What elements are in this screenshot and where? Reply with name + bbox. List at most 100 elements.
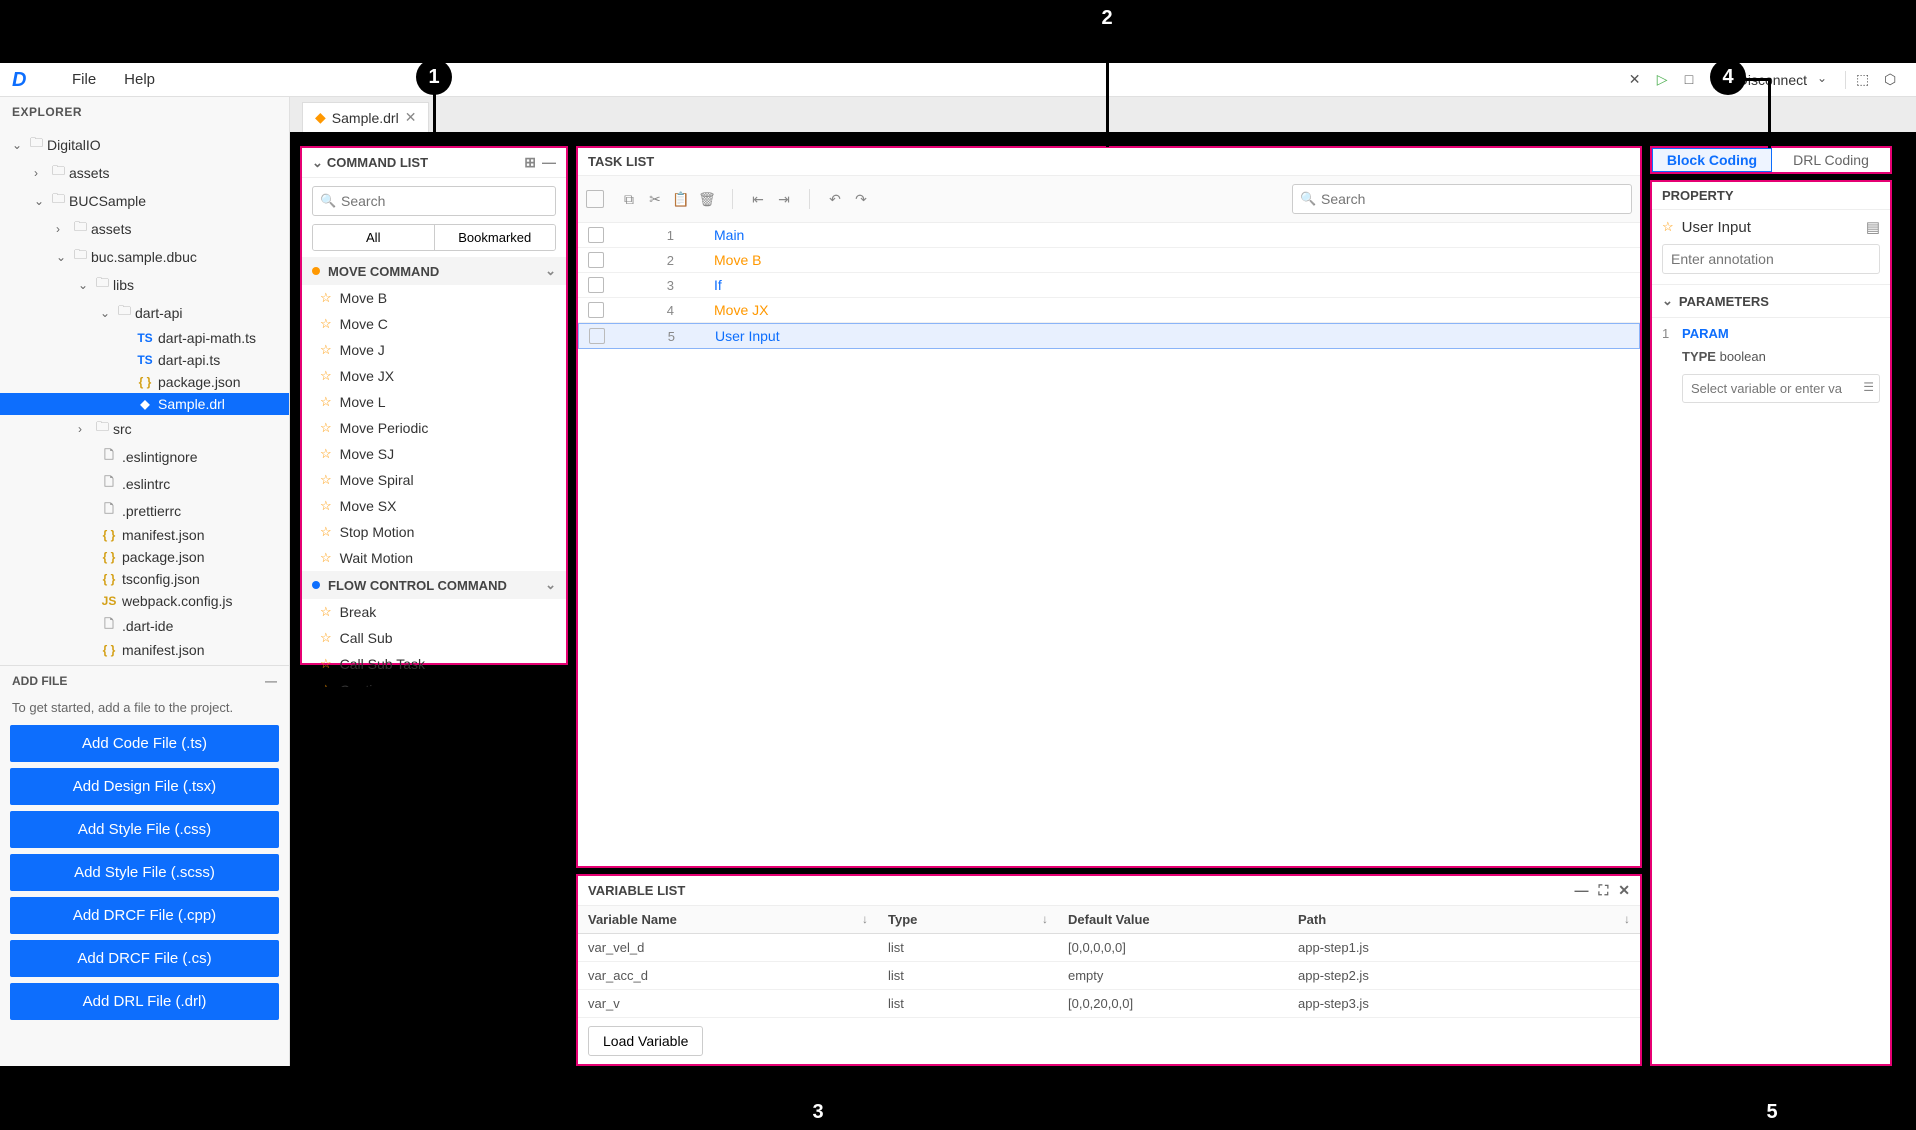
command-item[interactable]: ☆Move Periodic — [302, 415, 566, 441]
add-file-button[interactable]: Add Style File (.scss) — [10, 854, 279, 891]
collapse-icon[interactable]: — — [542, 154, 556, 171]
tab-drl-coding[interactable]: DRL Coding — [1772, 148, 1890, 172]
play-icon[interactable]: ▷ — [1657, 71, 1675, 89]
layout-icon[interactable]: ⬚ — [1856, 71, 1874, 89]
tree-item-manifest-json[interactable]: { }manifest.json — [0, 524, 289, 546]
star-icon[interactable]: ☆ — [320, 368, 332, 384]
close-icon[interactable]: ✕ — [405, 109, 417, 126]
command-item[interactable]: ☆Move SX — [302, 493, 566, 519]
indent-icon[interactable]: ⇥ — [773, 188, 795, 210]
tree-item-manifest-json[interactable]: { }manifest.json — [0, 639, 289, 661]
command-item[interactable]: ☆Continue — [302, 677, 566, 687]
load-variable-button[interactable]: Load Variable — [588, 1026, 703, 1056]
select-all-checkbox[interactable] — [586, 190, 604, 208]
param-value-input[interactable] — [1682, 374, 1880, 403]
command-item[interactable]: ☆Call Sub — [302, 625, 566, 651]
variable-row[interactable]: var_acc_dlistemptyapp-step2.js — [578, 962, 1640, 990]
tab-block-coding[interactable]: Block Coding — [1652, 148, 1772, 172]
delete-icon[interactable]: 🗑 — [696, 188, 718, 210]
add-file-button[interactable]: Add Style File (.css) — [10, 811, 279, 848]
task-row[interactable]: 5User Input — [578, 323, 1640, 349]
copy-icon[interactable]: ⧉ — [618, 188, 640, 210]
tree-item-assets[interactable]: ›🗀assets — [0, 159, 289, 187]
tree-item-dart-api-math-ts[interactable]: TSdart-api-math.ts — [0, 327, 289, 349]
command-item[interactable]: ☆Move J — [302, 337, 566, 363]
cube-icon[interactable]: ⬡ — [1884, 71, 1902, 89]
close-icon[interactable]: ✕ — [1618, 882, 1630, 899]
star-icon[interactable]: ☆ — [320, 630, 332, 646]
command-item[interactable]: ☆Stop Motion — [302, 519, 566, 545]
add-file-button[interactable]: Add DRCF File (.cpp) — [10, 897, 279, 934]
command-item[interactable]: ☆Move L — [302, 389, 566, 415]
task-checkbox[interactable] — [588, 227, 604, 243]
tree-item-BUCSample[interactable]: ⌄🗀BUCSample — [0, 187, 289, 215]
task-checkbox[interactable] — [589, 328, 605, 344]
tree-item-package-json[interactable]: { }package.json — [0, 371, 289, 393]
tree-item-webpack-config-js[interactable]: JSwebpack.config.js — [0, 590, 289, 612]
star-icon[interactable]: ☆ — [320, 316, 332, 332]
task-checkbox[interactable] — [588, 302, 604, 318]
tab-bookmarked[interactable]: Bookmarked — [435, 225, 556, 250]
tree-item--prettierrc[interactable]: 🗋.prettierrc — [0, 497, 289, 524]
command-item[interactable]: ☆Move SJ — [302, 441, 566, 467]
grid-icon[interactable]: ⊞ — [524, 154, 536, 171]
tree-item--eslintignore[interactable]: 🗋.eslintignore — [0, 443, 289, 470]
col-default-value[interactable]: Default Value — [1058, 906, 1288, 933]
star-icon[interactable]: ☆ — [320, 604, 332, 620]
menu-file[interactable]: File — [58, 65, 110, 94]
tree-item-Sample-drl[interactable]: ◆Sample.drl — [0, 393, 289, 415]
tree-item-assets[interactable]: ›🗀assets — [0, 215, 289, 243]
editor-tab-sample-drl[interactable]: ◆ Sample.drl ✕ — [302, 102, 429, 132]
command-item[interactable]: ☆Break — [302, 599, 566, 625]
annotation-input[interactable] — [1662, 244, 1880, 274]
task-row[interactable]: 1Main — [578, 223, 1640, 248]
add-file-button[interactable]: Add Design File (.tsx) — [10, 768, 279, 805]
col-variable-name[interactable]: Variable Name↓ — [578, 906, 878, 933]
add-file-button[interactable]: Add Code File (.ts) — [10, 725, 279, 762]
maximize-icon[interactable]: ⛶ — [1598, 882, 1608, 899]
task-checkbox[interactable] — [588, 252, 604, 268]
menu-help[interactable]: Help — [110, 65, 169, 94]
tree-item-package-json[interactable]: { }package.json — [0, 546, 289, 568]
variable-row[interactable]: var_vlist[0,0,20,0,0]app-step3.js — [578, 990, 1640, 1018]
star-icon[interactable]: ☆ — [320, 342, 332, 358]
tree-item--dart-ide[interactable]: 🗋.dart-ide — [0, 612, 289, 639]
tree-item-buc-sample-dbuc[interactable]: ⌄🗀buc.sample.dbuc — [0, 243, 289, 271]
tree-item-DigitalIO[interactable]: ⌄🗀DigitalIO — [0, 131, 289, 159]
star-icon[interactable]: ☆ — [320, 682, 332, 687]
chevron-down-icon[interactable]: ⌄ — [1662, 293, 1673, 309]
task-search-input[interactable] — [1292, 184, 1632, 214]
task-row[interactable]: 2Move B — [578, 248, 1640, 273]
minimize-icon[interactable]: — — [1574, 882, 1588, 899]
stop-icon[interactable]: □ — [1685, 71, 1703, 89]
tab-all[interactable]: All — [313, 225, 435, 250]
star-icon[interactable]: ☆ — [320, 550, 332, 566]
task-checkbox[interactable] — [588, 277, 604, 293]
tree-item-libs[interactable]: ⌄🗀libs — [0, 271, 289, 299]
undo-icon[interactable]: ↶ — [824, 188, 846, 210]
tree-item-src[interactable]: ›🗀src — [0, 415, 289, 443]
command-group-header[interactable]: MOVE COMMAND⌄ — [302, 257, 566, 285]
star-icon[interactable]: ☆ — [320, 524, 332, 540]
task-row[interactable]: 4Move JX — [578, 298, 1640, 323]
star-icon[interactable]: ☆ — [320, 290, 332, 306]
shuffle-icon[interactable]: ✕ — [1629, 71, 1647, 89]
chevron-down-icon[interactable]: ⌄ — [1817, 71, 1835, 89]
add-file-button[interactable]: Add DRL File (.drl) — [10, 983, 279, 1020]
dropdown-icon[interactable]: ☰ — [1863, 380, 1874, 394]
chevron-down-icon[interactable]: ⌄ — [312, 155, 323, 171]
paste-icon[interactable]: 📋 — [670, 188, 692, 210]
tree-item--eslintrc[interactable]: 🗋.eslintrc — [0, 470, 289, 497]
command-item[interactable]: ☆Move B — [302, 285, 566, 311]
command-item[interactable]: ☆Wait Motion — [302, 545, 566, 571]
redo-icon[interactable]: ↷ — [850, 188, 872, 210]
star-icon[interactable]: ☆ — [320, 446, 332, 462]
col-path[interactable]: Path↓ — [1288, 906, 1640, 933]
task-row[interactable]: 3If — [578, 273, 1640, 298]
tree-item-dart-api[interactable]: ⌄🗀dart-api — [0, 299, 289, 327]
star-icon[interactable]: ☆ — [320, 656, 332, 672]
variable-row[interactable]: var_vel_dlist[0,0,0,0,0]app-step1.js — [578, 934, 1640, 962]
annotation-icon[interactable]: ▤ — [1866, 218, 1880, 236]
command-group-header[interactable]: FLOW CONTROL COMMAND⌄ — [302, 571, 566, 599]
command-item[interactable]: ☆Move JX — [302, 363, 566, 389]
